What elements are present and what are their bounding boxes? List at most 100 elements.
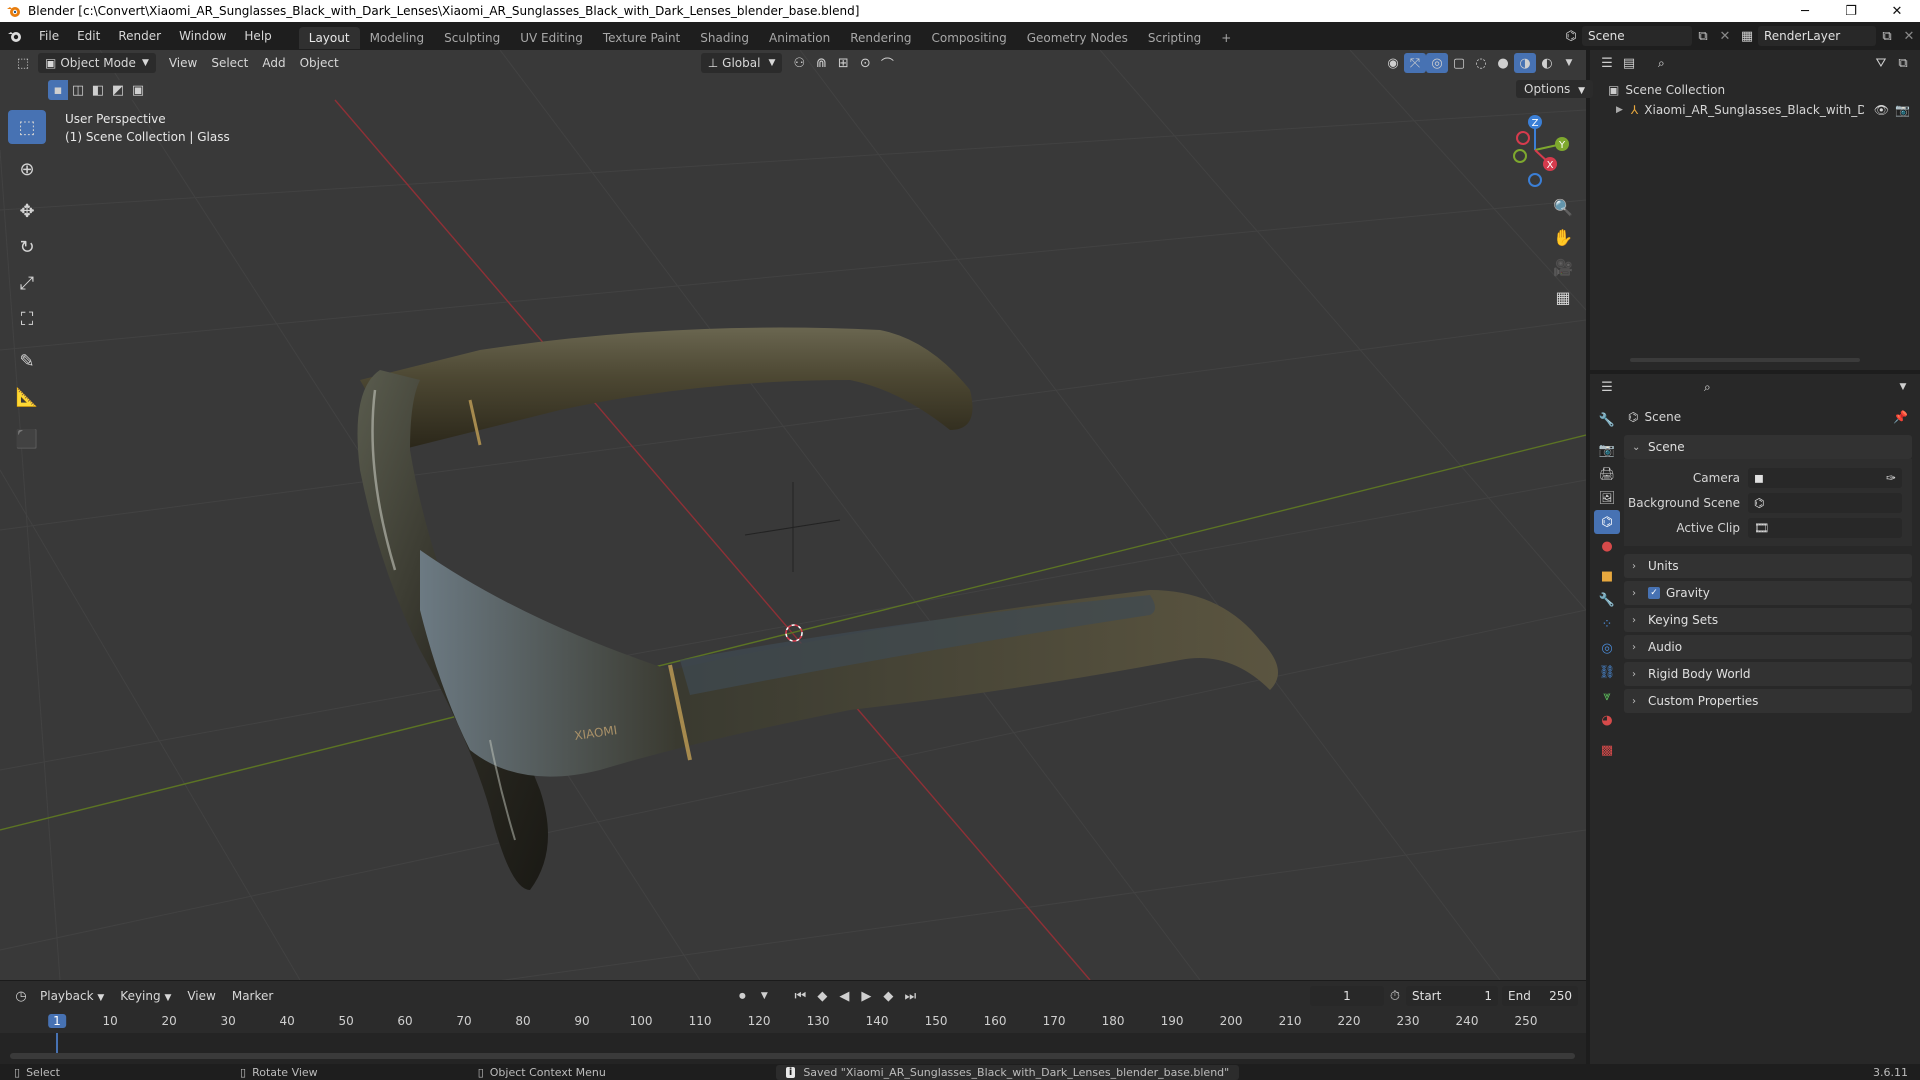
preview-range-icon[interactable]: ⏱ bbox=[1384, 986, 1406, 1006]
cursor-tool-icon[interactable]: ⊕ bbox=[8, 152, 46, 186]
minimize-button[interactable]: ─ bbox=[1782, 0, 1828, 22]
modifier-tab-icon[interactable]: 🔧 bbox=[1594, 588, 1620, 612]
material-tab-icon[interactable]: ◕ bbox=[1594, 708, 1620, 732]
viewport-menu-select[interactable]: Select bbox=[204, 53, 255, 73]
menu-window[interactable]: Window bbox=[170, 22, 235, 50]
scene-selector-icon[interactable]: ⌬ bbox=[1560, 26, 1582, 46]
scene-panel-header[interactable]: ⌄ Scene bbox=[1624, 435, 1912, 459]
timeline-menu-view[interactable]: View bbox=[179, 989, 223, 1003]
background-scene-field[interactable]: ⌬ bbox=[1748, 492, 1902, 513]
zoom-icon[interactable]: 🔍 bbox=[1548, 192, 1578, 222]
rotate-tool-icon[interactable]: ↻ bbox=[8, 230, 46, 264]
navigation-gizmo[interactable]: Z Y X bbox=[1490, 110, 1580, 190]
camera-view-icon[interactable]: 🎥 bbox=[1548, 252, 1578, 282]
output-tab-icon[interactable]: 🖨 bbox=[1594, 462, 1620, 486]
proportional-edit-icon[interactable]: ⊙ bbox=[854, 53, 876, 73]
physics-tab-icon[interactable]: ◎ bbox=[1594, 636, 1620, 660]
camera-field[interactable]: ◼ ✑ bbox=[1748, 467, 1902, 488]
tab-geometry-nodes[interactable]: Geometry Nodes bbox=[1017, 27, 1138, 49]
3d-viewport[interactable]: XIAOMI bbox=[0, 50, 1586, 980]
viewport-menu-view[interactable]: View bbox=[162, 53, 204, 73]
eyedropper-icon[interactable]: ✑ bbox=[1886, 471, 1896, 485]
select-extend-icon[interactable]: ◫ bbox=[68, 80, 88, 100]
data-tab-icon[interactable]: ⩔ bbox=[1594, 684, 1620, 708]
outliner-object-row[interactable]: ▶ ⅄ Xiaomi_AR_Sunglasses_Black_with_Dar … bbox=[1590, 100, 1920, 120]
new-view-layer-icon[interactable]: ⧉ bbox=[1876, 26, 1898, 46]
pivot-icon[interactable]: ⚇ bbox=[788, 53, 810, 73]
properties-search-input[interactable]: ⌕ bbox=[1698, 377, 1808, 397]
close-button[interactable]: ✕ bbox=[1874, 0, 1920, 22]
menu-edit[interactable]: Edit bbox=[68, 22, 109, 50]
constraints-tab-icon[interactable]: ⛓ bbox=[1594, 660, 1620, 684]
start-frame-field[interactable]: Start 1 bbox=[1406, 986, 1498, 1006]
custom-properties-panel-header[interactable]: › Custom Properties bbox=[1624, 689, 1912, 713]
record-options-icon[interactable]: ▼ bbox=[753, 986, 775, 1006]
ortho-grid-icon[interactable]: ▦ bbox=[1548, 282, 1578, 312]
new-scene-icon[interactable]: ⧉ bbox=[1692, 26, 1714, 46]
timeline-menu-keying[interactable]: Keying ▼ bbox=[112, 989, 179, 1003]
delete-view-layer-icon[interactable]: ✕ bbox=[1898, 26, 1920, 46]
expand-arrow-icon[interactable]: ▶ bbox=[1616, 105, 1623, 115]
play-reverse-icon[interactable]: ◀ bbox=[833, 986, 855, 1006]
timeline-track[interactable] bbox=[0, 1033, 1586, 1065]
outliner-search-input[interactable]: ⌕ bbox=[1652, 53, 1762, 73]
record-icon[interactable]: ⏺ bbox=[731, 986, 753, 1006]
camera-render-icon[interactable]: 📷 bbox=[1895, 103, 1910, 117]
overlay-toggle-icon[interactable]: ◎ bbox=[1426, 53, 1448, 73]
snap-target-icon[interactable]: ⊞ bbox=[832, 53, 854, 73]
delete-scene-icon[interactable]: ✕ bbox=[1714, 26, 1736, 46]
transform-orientation-dropdown[interactable]: ⊥ Global ▼ bbox=[700, 53, 783, 73]
particles-tab-icon[interactable]: ⁘ bbox=[1594, 612, 1620, 636]
view-layer-icon[interactable]: ▦ bbox=[1736, 26, 1758, 46]
scale-tool-icon[interactable]: ⤢ bbox=[8, 266, 46, 300]
jump-end-icon[interactable]: ⏭ bbox=[899, 986, 921, 1006]
annotate-tool-icon[interactable]: ✎ bbox=[8, 344, 46, 378]
select-box-tool-icon[interactable]: ⬚ bbox=[8, 110, 46, 144]
gravity-checkbox[interactable]: ✓ bbox=[1648, 587, 1660, 599]
play-icon[interactable]: ▶ bbox=[855, 986, 877, 1006]
outliner-editor-type-icon[interactable]: ☰ bbox=[1596, 53, 1618, 73]
material-shading-icon[interactable]: ◑ bbox=[1514, 53, 1536, 73]
tab-rendering[interactable]: Rendering bbox=[840, 27, 921, 49]
pan-hand-icon[interactable]: ✋ bbox=[1548, 222, 1578, 252]
measure-tool-icon[interactable]: 📐 bbox=[8, 380, 46, 414]
object-mode-dropdown[interactable]: ▣ Object Mode ▼ bbox=[38, 53, 156, 73]
wireframe-shading-icon[interactable]: ◌ bbox=[1470, 53, 1492, 73]
shading-options-icon[interactable]: ▼ bbox=[1558, 53, 1580, 73]
world-tab-icon[interactable]: ● bbox=[1594, 534, 1620, 558]
jump-start-icon[interactable]: ⏮ bbox=[789, 986, 811, 1006]
viewport-menu-object[interactable]: Object bbox=[293, 53, 346, 73]
tab-uv-editing[interactable]: UV Editing bbox=[510, 27, 593, 49]
viewport-menu-add[interactable]: Add bbox=[255, 53, 292, 73]
tab-modeling[interactable]: Modeling bbox=[360, 27, 435, 49]
new-collection-icon[interactable]: ⧉ bbox=[1892, 53, 1914, 73]
renderlayer-field[interactable]: RenderLayer bbox=[1758, 26, 1876, 46]
editor-type-icon[interactable]: ⬚ bbox=[12, 53, 34, 73]
timeline-editor-type-icon[interactable]: ◷ bbox=[10, 986, 32, 1006]
falloff-icon[interactable]: ⌒ bbox=[876, 53, 898, 73]
solid-shading-icon[interactable]: ● bbox=[1492, 53, 1514, 73]
display-mode-icon[interactable]: ▤ bbox=[1618, 53, 1640, 73]
properties-editor-type-icon[interactable]: ☰ bbox=[1596, 377, 1618, 397]
snap-icon[interactable]: ⋒ bbox=[810, 53, 832, 73]
transform-tool-icon[interactable]: ⛶ bbox=[8, 302, 46, 336]
timeline-menu-playback[interactable]: Playback ▼ bbox=[32, 989, 112, 1003]
select-difference-icon[interactable]: ◩ bbox=[108, 80, 128, 100]
tab-compositing[interactable]: Compositing bbox=[921, 27, 1016, 49]
rendered-shading-icon[interactable]: ◐ bbox=[1536, 53, 1558, 73]
current-frame-field[interactable]: 1 bbox=[1310, 986, 1384, 1006]
visibility-icon[interactable]: ◉ bbox=[1382, 53, 1404, 73]
eye-icon[interactable]: 👁 bbox=[1874, 103, 1889, 117]
gravity-panel-header[interactable]: › ✓ Gravity bbox=[1624, 581, 1912, 605]
outliner-scene-collection[interactable]: ▣ Scene Collection bbox=[1590, 80, 1920, 100]
tab-texture-paint[interactable]: Texture Paint bbox=[593, 27, 690, 49]
select-intersect-icon[interactable]: ▣ bbox=[128, 80, 148, 100]
tab-layout[interactable]: Layout bbox=[298, 27, 360, 49]
blender-menu-icon[interactable] bbox=[0, 28, 30, 44]
select-new-icon[interactable]: ▪ bbox=[48, 80, 68, 100]
menu-file[interactable]: File bbox=[30, 22, 68, 50]
pin-icon[interactable]: 📌 bbox=[1893, 410, 1908, 424]
audio-panel-header[interactable]: › Audio bbox=[1624, 635, 1912, 659]
select-subtract-icon[interactable]: ◧ bbox=[88, 80, 108, 100]
render-tab-icon[interactable]: 📷 bbox=[1594, 438, 1620, 462]
